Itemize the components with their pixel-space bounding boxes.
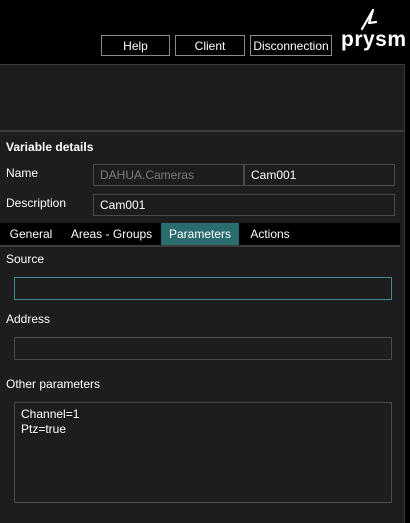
name-input[interactable]: Cam001 (244, 164, 395, 186)
name-label: Name (6, 166, 39, 180)
disconnection-button[interactable]: Disconnection (250, 35, 332, 56)
empty-panel (0, 64, 405, 131)
description-label: Description (6, 196, 67, 210)
description-input[interactable]: Cam001 (93, 194, 395, 216)
top-bar: Help Client Disconnection prysm (0, 0, 410, 64)
prysm-logo-text: prysm (341, 28, 407, 51)
variable-details-panel: Variable details Name DAHUA.Cameras Cam0… (0, 130, 405, 523)
source-input[interactable] (14, 277, 392, 300)
other-parameters-label: Other parameters (6, 377, 101, 391)
tab-areas-groups[interactable]: Areas - Groups (62, 223, 161, 245)
tab-general[interactable]: General (0, 223, 62, 245)
address-label: Address (6, 312, 51, 326)
name-prefix-field: DAHUA.Cameras (93, 164, 244, 186)
client-button[interactable]: Client (175, 35, 245, 56)
address-input[interactable] (14, 337, 392, 360)
source-label: Source (6, 252, 45, 266)
tab-parameters[interactable]: Parameters (161, 223, 239, 245)
other-parameters-textarea[interactable]: Channel=1 Ptz=true (14, 402, 392, 503)
tab-actions[interactable]: Actions (239, 223, 301, 245)
panel-title: Variable details (6, 140, 94, 154)
help-button[interactable]: Help (101, 35, 170, 56)
tab-bar: General Areas - Groups Parameters Action… (0, 223, 400, 247)
